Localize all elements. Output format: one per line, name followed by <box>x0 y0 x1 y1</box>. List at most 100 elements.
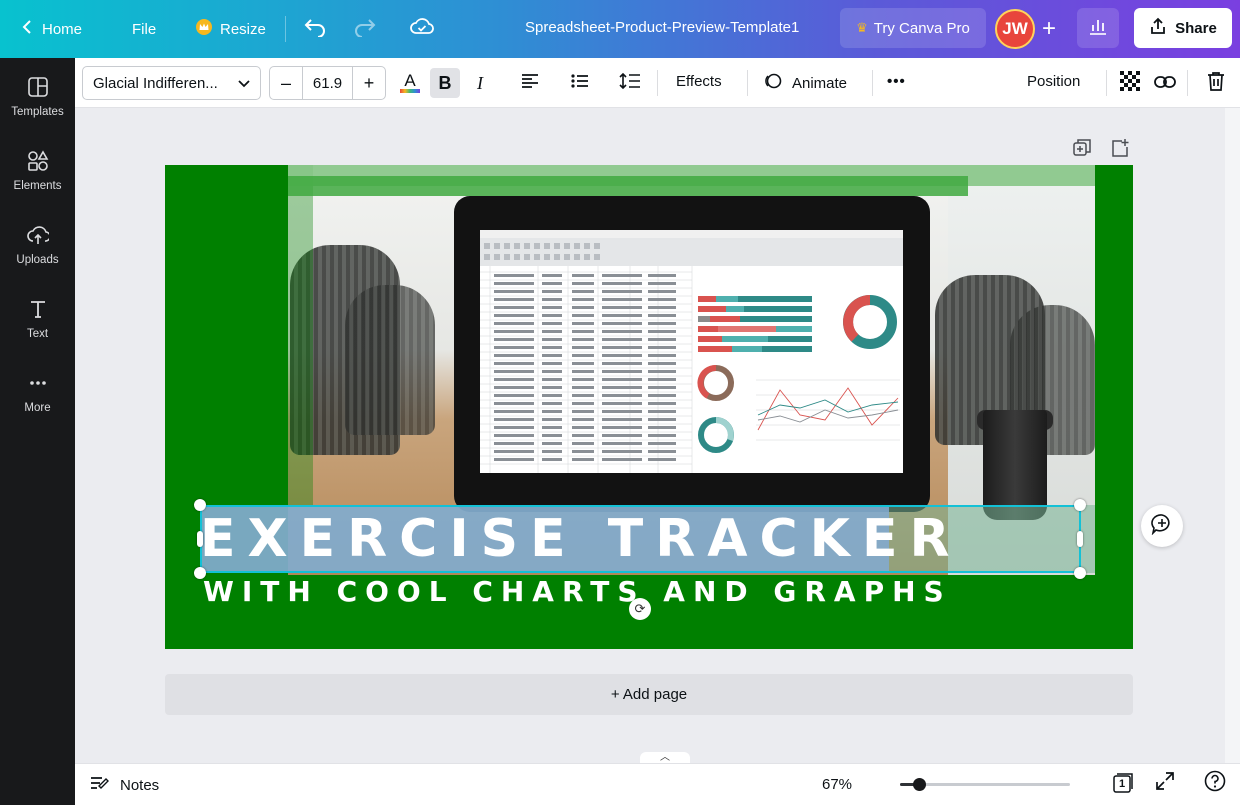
coffee-cup <box>983 410 1047 520</box>
try-pro-button[interactable]: ♛ Try Canva Pro <box>840 8 986 48</box>
bold-icon: B <box>438 72 452 93</box>
design-subtitle[interactable]: WITH COOL CHARTS AND GRAPHS <box>203 575 952 608</box>
resize-handle-left[interactable] <box>197 531 203 547</box>
text-color-button[interactable]: A <box>395 68 425 98</box>
sidebar-item-label: More <box>24 402 51 414</box>
sidebar-item-more[interactable]: More <box>0 372 75 432</box>
add-page-icon <box>1110 139 1130 162</box>
font-size-decrease-button[interactable]: – <box>270 67 302 99</box>
effects-button[interactable]: Effects <box>676 73 722 90</box>
elements-icon <box>27 150 49 175</box>
fullscreen-button[interactable] <box>1154 771 1176 794</box>
crown-icon <box>196 19 212 39</box>
top-bar: Home File Resize Spreadsheet-Product-Pre… <box>0 0 1240 58</box>
cloud-saved-button[interactable] <box>410 13 434 45</box>
zoom-level[interactable]: 67% <box>822 776 852 793</box>
sidebar-item-text[interactable]: Text <box>0 298 75 358</box>
uploads-icon <box>26 224 51 249</box>
chevron-down-icon <box>238 75 250 92</box>
sidebar-item-templates[interactable]: Templates <box>0 76 75 136</box>
notes-button[interactable]: Notes <box>90 775 159 795</box>
avatar[interactable]: JW <box>995 9 1035 49</box>
redo-button[interactable] <box>353 13 377 45</box>
spacing-button[interactable] <box>615 68 645 98</box>
rotate-handle[interactable]: ⟳ <box>629 598 651 620</box>
animate-button[interactable]: Animate <box>763 71 847 95</box>
sidebar-item-elements[interactable]: Elements <box>0 150 75 210</box>
undo-icon <box>303 17 327 41</box>
notes-label: Notes <box>120 776 160 794</box>
vertical-scrollbar[interactable] <box>1225 108 1240 763</box>
page-count-button[interactable]: 1 <box>1112 772 1134 794</box>
rotate-icon: ⟳ <box>634 601 646 616</box>
share-icon <box>1149 17 1167 39</box>
divider <box>872 70 873 96</box>
help-icon <box>1204 770 1226 797</box>
page-count: 1 <box>1118 778 1126 790</box>
font-size-input[interactable]: 61.9 <box>302 67 353 99</box>
file-menu-button[interactable]: File <box>132 13 156 45</box>
invite-plus-button[interactable]: + <box>1033 13 1065 45</box>
undo-button[interactable] <box>303 13 327 45</box>
more-options-button[interactable]: ••• <box>887 73 906 90</box>
resize-handle-bottom-left[interactable] <box>194 567 206 579</box>
share-label: Share <box>1175 19 1217 37</box>
align-button[interactable] <box>515 68 545 98</box>
font-family-select[interactable]: Glacial Indifferen... <box>82 66 261 100</box>
transparency-button[interactable] <box>1115 68 1145 98</box>
color-bar-icon <box>400 89 420 93</box>
divider <box>657 70 658 96</box>
text-icon <box>27 298 49 323</box>
sidebar-item-uploads[interactable]: Uploads <box>0 224 75 284</box>
sidebar-item-label: Elements <box>13 180 62 192</box>
templates-icon <box>27 76 49 101</box>
chair-image <box>345 285 435 435</box>
italic-button[interactable]: I <box>465 68 495 98</box>
add-page-icon-button[interactable] <box>1110 138 1130 158</box>
green-overlay-bar <box>288 176 968 196</box>
font-size-increase-button[interactable]: + <box>353 67 385 99</box>
resize-handle-top-right[interactable] <box>1074 499 1086 511</box>
sidebar-item-label: Templates <box>11 106 64 118</box>
more-icon <box>27 372 49 397</box>
font-family-value: Glacial Indifferen... <box>93 74 218 92</box>
divider <box>285 16 286 42</box>
list-button[interactable] <box>565 68 595 98</box>
green-overlay-bar <box>288 165 313 505</box>
insights-button[interactable] <box>1077 8 1119 48</box>
chevron-left-icon <box>20 19 34 39</box>
selection-box[interactable] <box>200 505 1081 573</box>
home-button[interactable]: Home <box>20 13 82 45</box>
divider <box>1187 70 1188 96</box>
resize-handle-top-left[interactable] <box>194 499 206 511</box>
text-color-icon: A <box>404 71 416 90</box>
delete-button[interactable] <box>1201 68 1231 98</box>
zoom-slider-thumb[interactable] <box>912 778 926 791</box>
link-button[interactable] <box>1150 68 1180 98</box>
left-sidebar: Templates Elements Uploads Text More <box>0 58 75 805</box>
file-label: File <box>132 20 157 38</box>
spreadsheet-preview-icon <box>480 230 903 473</box>
line-spacing-icon <box>619 72 641 95</box>
transparency-icon <box>1120 70 1140 96</box>
document-title[interactable]: Spreadsheet-Product-Preview-Template1 <box>525 19 799 36</box>
add-page-button[interactable]: + Add page <box>165 674 1133 715</box>
help-button[interactable] <box>1204 770 1226 797</box>
crown-icon: ♛ <box>856 20 868 35</box>
add-comment-button[interactable] <box>1141 505 1183 547</box>
animate-label: Animate <box>792 74 848 92</box>
notes-icon <box>90 775 110 795</box>
duplicate-page-button[interactable] <box>1072 138 1092 158</box>
home-label: Home <box>42 20 83 38</box>
align-left-icon <box>520 73 540 94</box>
bold-button[interactable]: B <box>430 68 460 98</box>
resize-label: Resize <box>220 20 266 38</box>
trash-icon <box>1207 71 1225 96</box>
resize-handle-bottom-right[interactable] <box>1074 567 1086 579</box>
spreadsheet-screenshot <box>480 230 903 473</box>
design-page[interactable]: EXERCISE TRACKER WITH COOL CHARTS AND GR… <box>165 165 1133 649</box>
position-button[interactable]: Position <box>1027 73 1080 90</box>
share-button[interactable]: Share <box>1134 8 1232 48</box>
resize-button[interactable]: Resize <box>196 13 266 45</box>
resize-handle-right[interactable] <box>1077 531 1083 547</box>
